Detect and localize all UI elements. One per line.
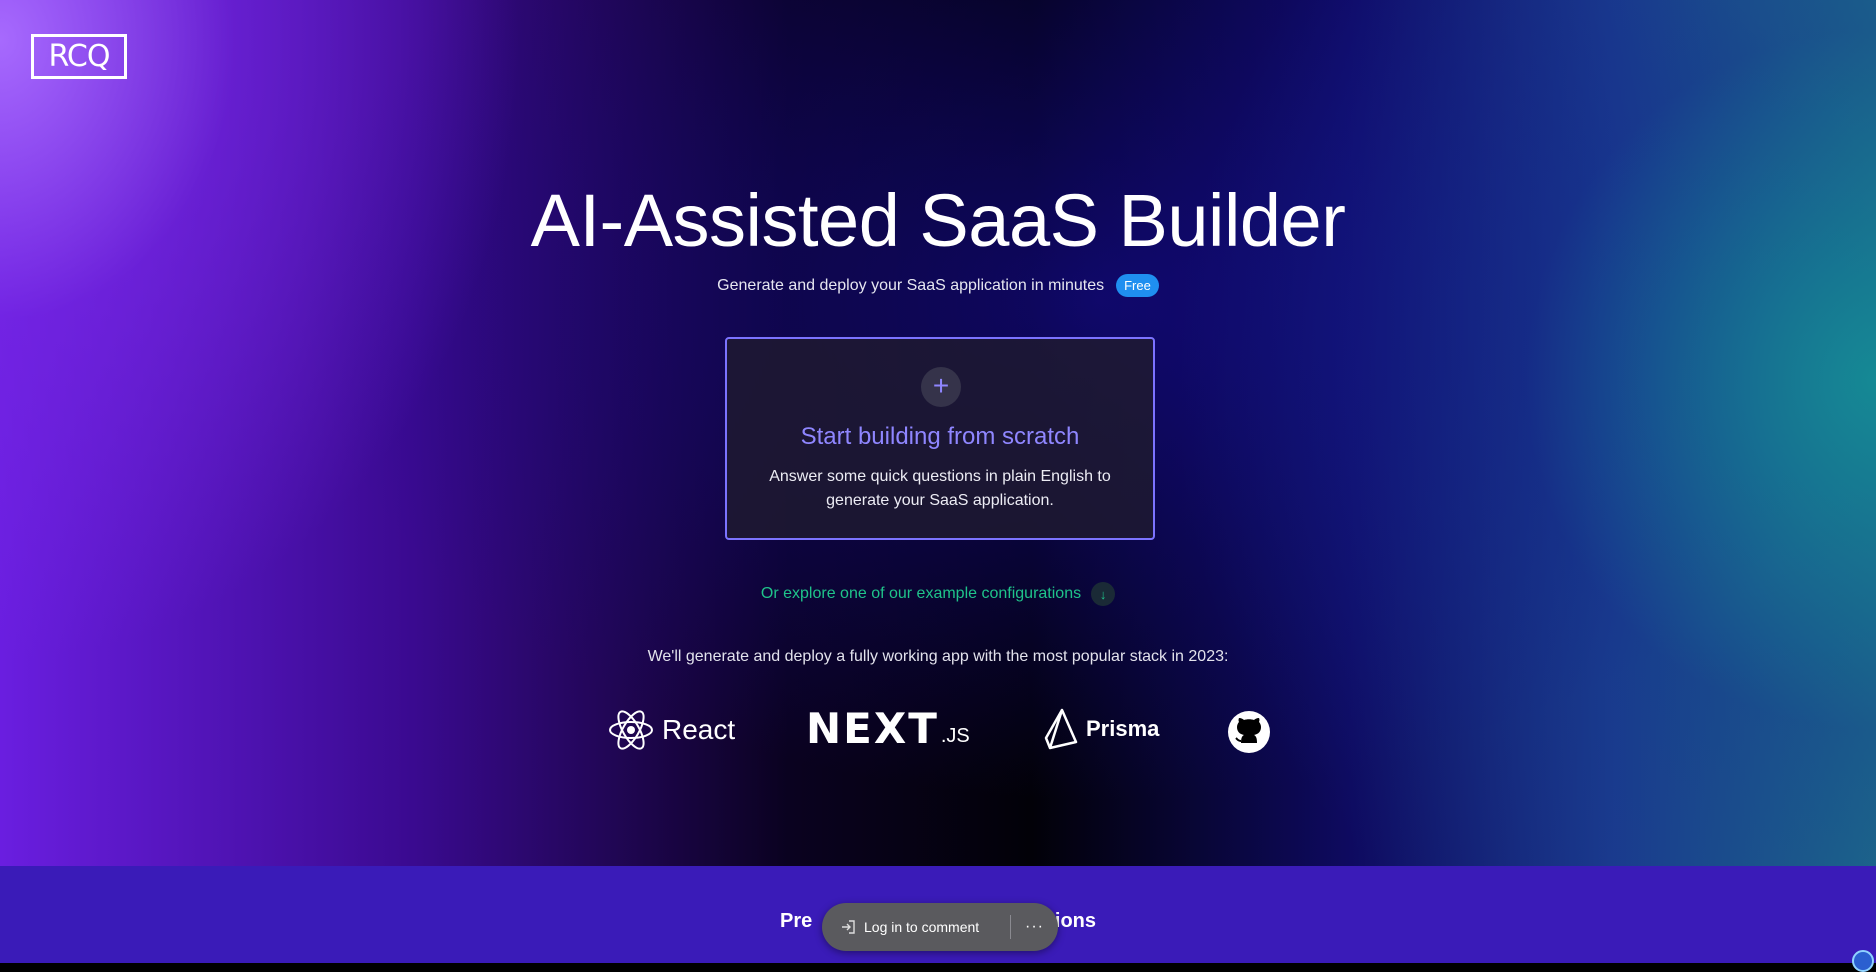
react-icon (609, 710, 653, 750)
prisma-label: Prisma (1086, 716, 1160, 741)
explore-examples-link[interactable]: Or explore one of our example configurat… (0, 582, 1876, 606)
react-logo: React (608, 708, 735, 752)
card-title: Start building from scratch (800, 423, 1080, 450)
nextjs-label: NEXT (806, 704, 939, 753)
login-to-comment-button[interactable]: Log in to comment (822, 919, 1010, 935)
start-from-scratch-card[interactable]: + Start building from scratch Answer som… (725, 337, 1155, 540)
prisma-icon (1044, 708, 1078, 750)
nextjs-logo: NEXT .JS (806, 704, 970, 753)
login-label: Log in to comment (864, 919, 980, 935)
plus-icon: + (921, 367, 961, 407)
bottom-heading-left: Pre (779, 910, 813, 932)
login-icon (842, 920, 855, 934)
react-label: React (662, 714, 736, 745)
stack-description: We'll generate and deploy a fully workin… (647, 648, 1229, 665)
github-icon (1228, 711, 1270, 753)
logo-text: RCQ (48, 38, 111, 74)
github-logo (1227, 710, 1271, 754)
page-title: AI-Assisted SaaS Builder (530, 179, 1346, 262)
subtitle-row: Generate and deploy your SaaS applicatio… (0, 274, 1876, 297)
chat-widget-button[interactable] (1852, 950, 1874, 972)
comment-toolbar: Log in to comment ··· (822, 903, 1058, 951)
nextjs-suffix: .JS (940, 725, 970, 747)
prisma-logo: Prisma (1044, 708, 1159, 750)
hero-section: RCQ AI-Assisted SaaS Builder Generate an… (0, 0, 1876, 866)
free-badge: Free (1116, 274, 1159, 297)
more-options-button[interactable]: ··· (1011, 918, 1058, 936)
tech-stack-logos: React NEXT .JS Prisma (0, 700, 1876, 760)
arrow-down-icon[interactable]: ↓ (1091, 582, 1116, 606)
logo[interactable]: RCQ (31, 34, 127, 79)
subtitle: Generate and deploy your SaaS applicatio… (717, 276, 1105, 294)
card-description: Answer some quick questions in plain Eng… (769, 468, 1111, 509)
explore-label: Or explore one of our example configurat… (760, 585, 1082, 602)
